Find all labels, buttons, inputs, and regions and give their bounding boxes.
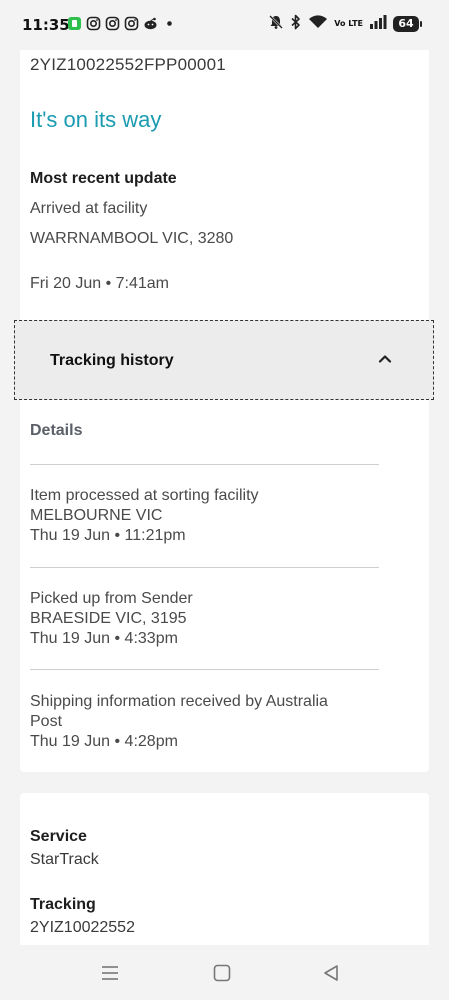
reddit-icon (143, 16, 158, 31)
chevron-up-icon (377, 351, 393, 367)
history-event: Item processed at sorting facility MELBO… (30, 486, 380, 546)
instagram-icon (105, 16, 120, 31)
divider (30, 567, 379, 568)
event-description: Picked up from Sender (30, 590, 193, 607)
status-time: 11:35 (22, 16, 70, 34)
tracking-history-toggle[interactable]: Tracking history (14, 320, 434, 400)
event-description: Shipping information received by Austral… (30, 693, 328, 710)
instagram-icon (86, 16, 101, 31)
navigation-bar (0, 945, 449, 1000)
home-icon[interactable] (212, 963, 232, 983)
recent-apps-icon[interactable] (100, 963, 120, 983)
service-label: Service (30, 828, 87, 845)
back-icon[interactable] (322, 963, 342, 983)
signal-icon (369, 14, 387, 34)
battery-icon: 64 (393, 16, 422, 32)
event-time: Thu 19 Jun • 4:33pm (30, 630, 178, 647)
status-bar: 11:35 Vo LTE 64 (0, 0, 449, 50)
recent-update-status: Arrived at facility (30, 200, 148, 217)
volte-indicator: Vo LTE (334, 19, 363, 28)
history-event: Shipping information received by Austral… (30, 692, 380, 752)
tracking-history-title: Tracking history (50, 352, 174, 369)
system-icons: Vo LTE 64 (268, 14, 422, 34)
wifi-icon (308, 14, 328, 34)
event-time: Thu 19 Jun • 11:21pm (30, 527, 186, 544)
recent-update-title: Most recent update (30, 170, 177, 187)
event-location: Post (30, 713, 63, 730)
notification-icons (67, 16, 177, 31)
history-event: Picked up from Sender BRAESIDE VIC, 3195… (30, 589, 380, 649)
bluetooth-icon (290, 14, 302, 34)
tracking-label: Tracking (30, 896, 96, 913)
event-description: Item processed at sorting facility (30, 487, 259, 504)
recent-update-location: WARRNAMBOOL VIC, 3280 (30, 230, 234, 247)
event-location: BRAESIDE VIC, 3195 (30, 610, 187, 627)
delivery-status-heading: It's on its way (30, 107, 162, 132)
recent-update-time: Fri 20 Jun • 7:41am (30, 275, 169, 292)
event-location: MELBOURNE VIC (30, 507, 163, 524)
service-value: StarTrack (30, 851, 99, 868)
dot-icon (162, 16, 177, 31)
divider (30, 464, 379, 465)
details-label: Details (30, 422, 83, 439)
instagram-icon (124, 16, 139, 31)
tracking-number: 2YIZ10022552FPP00001 (30, 55, 226, 74)
event-time: Thu 19 Jun • 4:28pm (30, 733, 178, 750)
divider (30, 669, 379, 670)
mute-bell-icon (268, 14, 284, 34)
tracking-value: 2YIZ10022552 (30, 919, 135, 936)
tracking-card (20, 50, 429, 772)
app-icon (67, 16, 82, 31)
